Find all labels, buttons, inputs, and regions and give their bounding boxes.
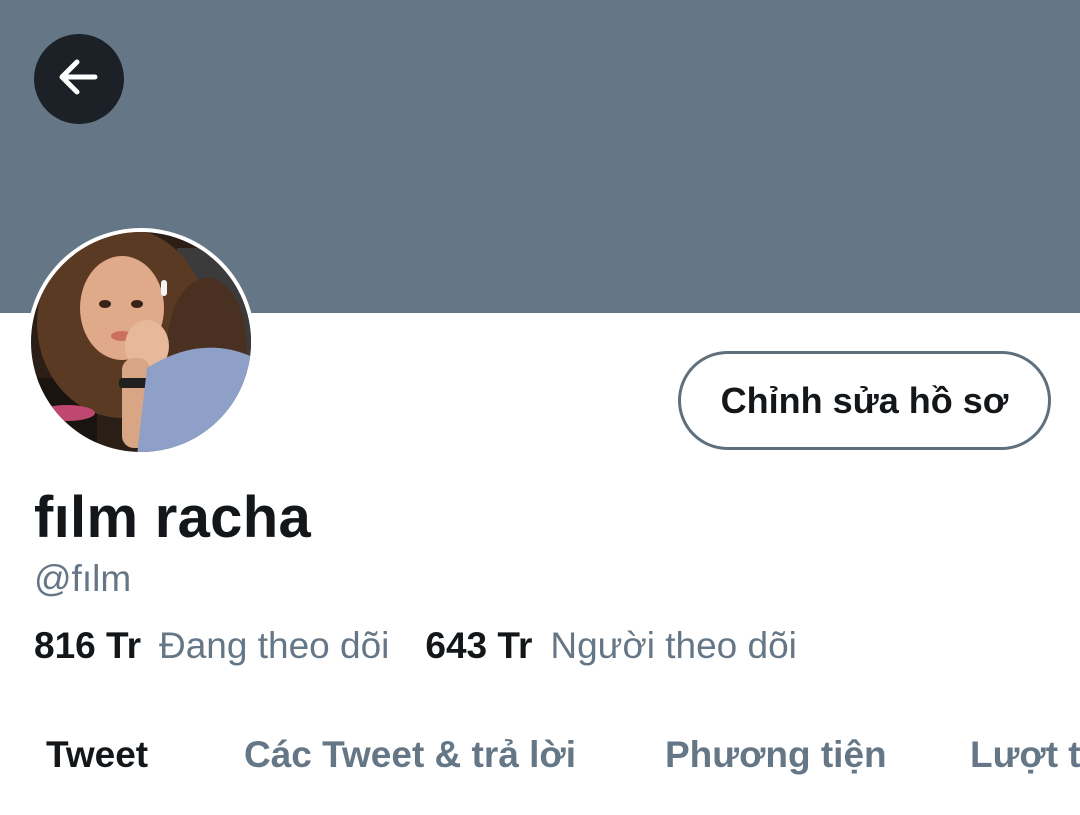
followers-count: 643 Tr [425,625,533,666]
follow-stats: 816 Tr Đang theo dõi 643 Tr Người theo dõi [34,625,797,667]
profile-avatar[interactable] [27,228,255,456]
following-count: 816 Tr [34,625,141,666]
back-button[interactable] [34,34,124,124]
tab-media[interactable]: Phương tiện [665,734,887,776]
followers-label: Người theo dõi [550,625,797,666]
following-label: Đang theo dõi [158,625,390,666]
following-stat[interactable]: 816 Tr Đang theo dõi [34,625,389,667]
tab-likes[interactable]: Lượt thích [970,734,1080,776]
profile-handle: @fılm [34,558,132,599]
edit-profile-button[interactable]: Chỉnh sửa hồ sơ [678,351,1051,450]
tab-tweets[interactable]: Tweet [46,734,148,776]
arrow-left-icon [55,53,103,106]
tab-tweets-and-replies[interactable]: Các Tweet & trả lời [244,734,576,776]
profile-tabs: Tweet Các Tweet & trả lời Phương tiện Lư… [0,732,1080,792]
followers-stat[interactable]: 643 Tr Người theo dõi [425,625,796,667]
display-name: fılm racha [34,485,311,550]
